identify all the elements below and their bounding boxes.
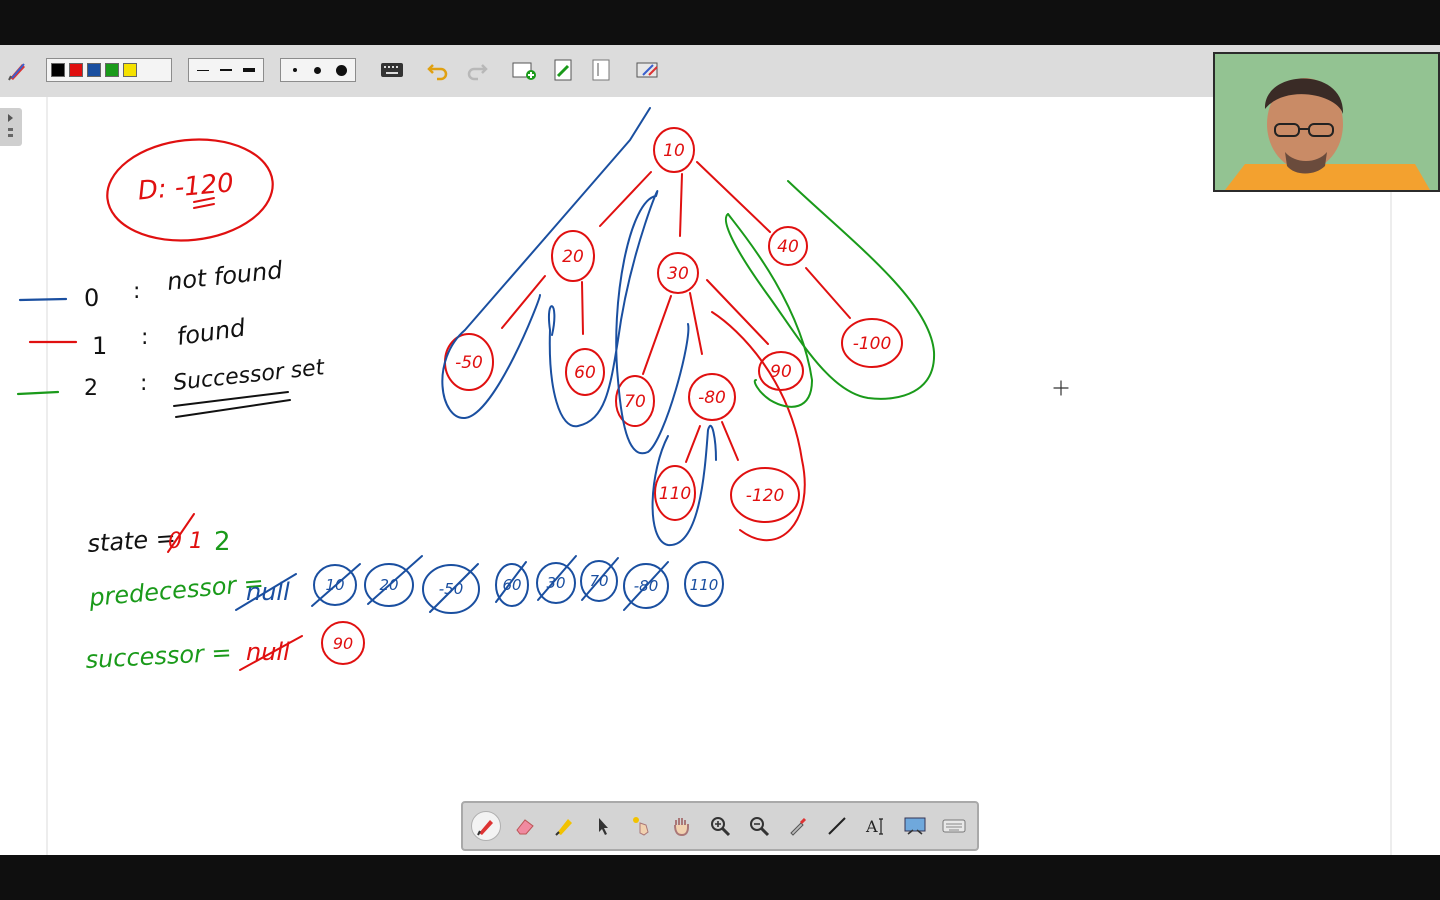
- keyboard-icon[interactable]: [939, 811, 969, 841]
- d-box-text: D: -120: [137, 168, 235, 206]
- blue-upper-stroke: [544, 107, 651, 239]
- legend-0-num: 0: [84, 284, 99, 312]
- successor-set-underline: [173, 391, 291, 418]
- screen-capture-icon[interactable]: [900, 811, 930, 841]
- legend-1-label: found: [175, 314, 248, 351]
- pred-value-7: -80: [634, 577, 659, 595]
- node-minus50-label: -50: [455, 353, 483, 373]
- edge-30-minus80: [689, 292, 703, 355]
- svg-text:A: A: [865, 817, 878, 836]
- edge-minus80-minus120: [721, 421, 739, 461]
- eyedropper-icon[interactable]: [783, 811, 813, 841]
- state-old-value: 0 1: [168, 529, 203, 554]
- edge-40-minus100: [805, 267, 851, 319]
- legend-blue-line: [18, 297, 68, 302]
- state-label: state =: [86, 524, 176, 558]
- pen-icon[interactable]: [471, 811, 501, 841]
- pred-value-8: 110: [690, 576, 719, 594]
- successor-null: null: [246, 638, 290, 666]
- legend-1-colon: :: [141, 325, 148, 350]
- node-minus100-label: -100: [853, 334, 892, 354]
- state-new-value: 2: [214, 527, 231, 557]
- legend-0-colon: :: [133, 279, 140, 304]
- legend-2-label: Successor set: [172, 355, 327, 396]
- webcam-video-tile[interactable]: [1213, 52, 1440, 192]
- zoom-out-icon[interactable]: [744, 811, 774, 841]
- successor-value: 90: [333, 634, 353, 653]
- edge-10-30: [679, 173, 683, 237]
- drawing-tools-bar: A: [461, 801, 979, 851]
- predecessor-label: predecessor =: [87, 569, 265, 612]
- pred-value-3: -50: [439, 580, 464, 598]
- pointer-icon[interactable]: [588, 811, 618, 841]
- legend-2-colon: :: [140, 371, 147, 396]
- node-10-label: 10: [663, 141, 685, 161]
- edge-20-60: [581, 281, 584, 335]
- node-90-label: 90: [770, 362, 792, 382]
- successor-label: successor =: [85, 638, 232, 674]
- green-right-loop: [724, 180, 936, 400]
- node-40-label: 40: [777, 237, 799, 257]
- pred-value-1: 10: [325, 576, 344, 594]
- edge-10-20: [599, 171, 652, 227]
- pred-value-4: 60: [502, 576, 521, 594]
- blue-left-stroke: [441, 237, 546, 420]
- legend-1-num: 1: [92, 332, 107, 360]
- presenter-avatar: [1215, 54, 1438, 190]
- node-30-label: 30: [667, 264, 689, 284]
- node-minus80-label: -80: [698, 388, 726, 408]
- eraser-icon[interactable]: [510, 811, 540, 841]
- edge-30-90: [706, 279, 769, 345]
- node-70-label: 70: [624, 392, 646, 412]
- legend-green-line: [16, 390, 60, 396]
- highlighter-icon[interactable]: [549, 811, 579, 841]
- line-icon[interactable]: [822, 811, 852, 841]
- legend-2-num: 2: [84, 376, 98, 401]
- node-20-label: 20: [562, 247, 584, 267]
- node-60-label: 60: [574, 363, 596, 383]
- edge-30-70: [642, 295, 672, 375]
- laser-pointer-icon[interactable]: [627, 811, 657, 841]
- edge-minus80-110: [685, 425, 701, 463]
- pred-value-6: 70: [589, 572, 608, 590]
- node-110-label: 110: [659, 484, 691, 504]
- pred-value-2: 20: [379, 576, 398, 594]
- pred-value-5: 30: [546, 574, 565, 592]
- bottom-black-bar: [0, 855, 1440, 900]
- legend-0-label: not found: [166, 256, 285, 296]
- text-icon[interactable]: A: [861, 811, 891, 841]
- predecessor-null: null: [246, 578, 290, 606]
- node-minus120-label: -120: [746, 486, 785, 506]
- crosshair-cursor: [1053, 380, 1069, 396]
- pan-hand-icon[interactable]: [666, 811, 696, 841]
- zoom-in-icon[interactable]: [705, 811, 735, 841]
